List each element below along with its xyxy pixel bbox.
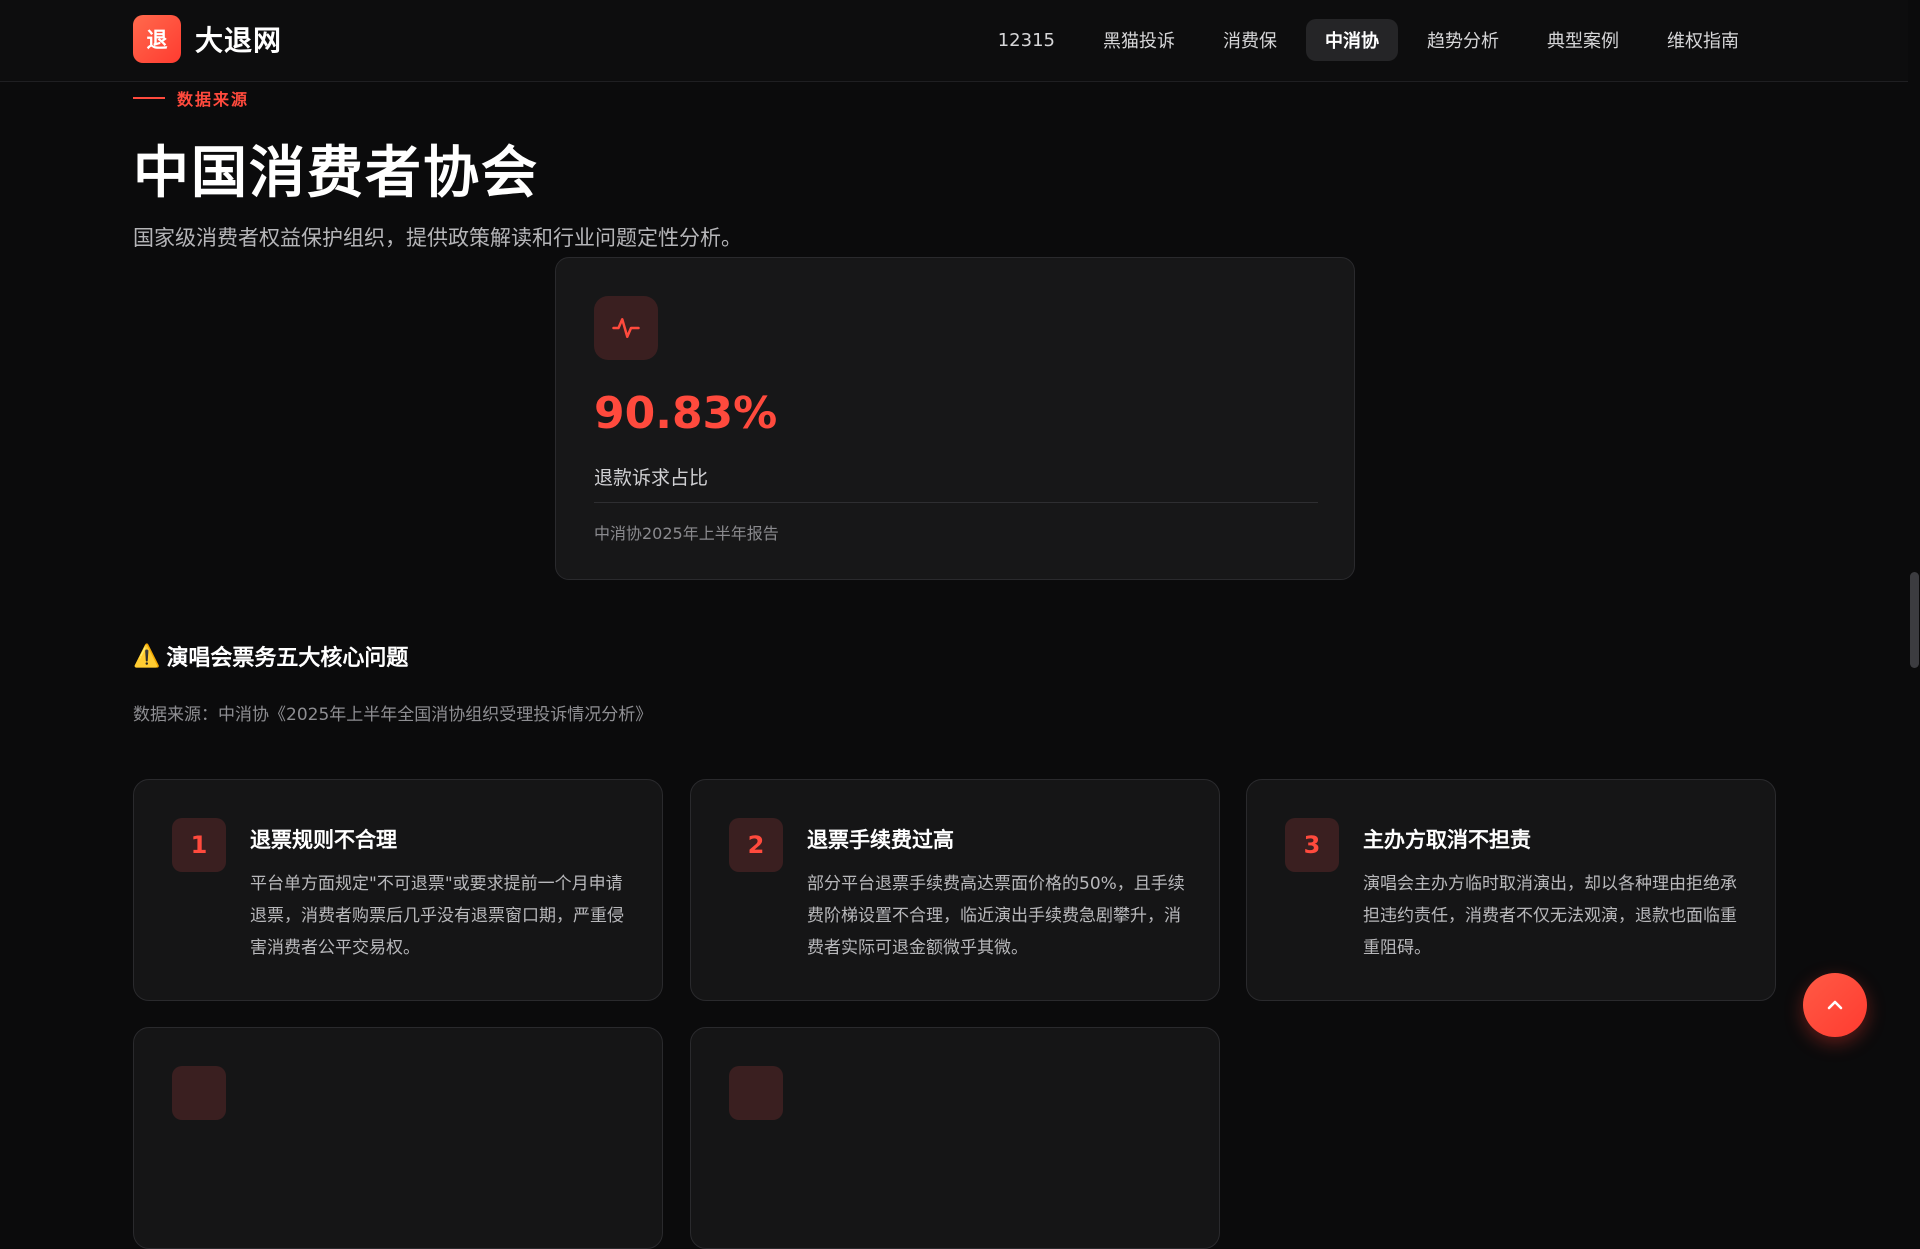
nav-item-rights-guide[interactable]: 维权指南 [1648,19,1758,61]
nav-item-zhongxiaoxie[interactable]: 中消协 [1306,19,1398,61]
stat-source: 中消协2025年上半年报告 [594,524,779,543]
eyebrow-text: 数据来源 [177,90,250,109]
top-navigation-bar: 退 大退网 12315 黑猫投诉 消费保 中消协 趋势分析 典型案例 维权指南 [0,0,1908,82]
activity-pulse-icon [594,296,658,360]
scrollbar-thumb[interactable] [1910,572,1919,668]
issue-title: 退票规则不合理 [250,828,397,852]
issue-number [729,1066,783,1120]
nav-item-trend-analysis[interactable]: 趋势分析 [1408,19,1518,61]
chevron-up-icon [1827,1000,1843,1010]
issues-section-title: ⚠️ 演唱会票务五大核心问题 [133,640,408,672]
logo-text: 大退网 [195,24,283,57]
issue-body: 演唱会主办方临时取消演出，却以各种理由拒绝承担违约责任，消费者不仅无法观演，退款… [1363,874,1737,958]
issue-card-2[interactable]: 2 退票手续费过高 部分平台退票手续费高达票面价格的50%，且手续费阶梯设置不合… [690,779,1220,1001]
issue-card-3[interactable]: 3 主办方取消不担责 演唱会主办方临时取消演出，却以各种理由拒绝承担违约责任，消… [1246,779,1776,1001]
page-scrollbar[interactable] [1908,0,1920,1079]
back-to-top-button[interactable] [1803,973,1867,1037]
issue-number: 2 [729,818,783,872]
issues-section-source: 数据来源：中消协《2025年上半年全国消协组织受理投诉情况分析》 [133,705,653,725]
stat-card: 90.83% 退款诉求占比 中消协2025年上半年报告 [555,257,1355,580]
logo-badge: 退 [133,15,181,63]
issue-body: 部分平台退票手续费高达票面价格的50%，且手续费阶梯设置不合理，临近演出手续费急… [807,874,1185,958]
issue-number [172,1066,226,1120]
main-nav: 12315 黑猫投诉 消费保 中消协 趋势分析 典型案例 维权指南 [969,19,1758,61]
site-logo[interactable]: 退 大退网 [133,15,282,63]
warning-icon: ⚠️ [133,643,161,669]
nav-item-12315[interactable]: 12315 [979,19,1074,61]
issue-number: 3 [1285,818,1339,872]
page-title: 中国消费者协会 [133,141,539,206]
eyebrow-line [133,97,165,99]
page-description: 国家级消费者权益保护组织，提供政策解读和行业问题定性分析。 [133,226,742,250]
nav-item-heimao[interactable]: 黑猫投诉 [1084,19,1194,61]
issue-title: 退票手续费过高 [807,828,954,852]
issues-section-title-text: 演唱会票务五大核心问题 [166,646,409,671]
issue-body: 平台单方面规定"不可退票"或要求提前一个月申请退票，消费者购票后几乎没有退票窗口… [250,874,624,958]
stat-divider [594,502,1318,503]
issue-card-4[interactable] [133,1027,663,1249]
issue-card-1[interactable]: 1 退票规则不合理 平台单方面规定"不可退票"或要求提前一个月申请退票，消费者购… [133,779,663,1001]
issue-title: 主办方取消不担责 [1363,828,1531,852]
stat-value: 90.83% [594,388,778,439]
stat-label: 退款诉求占比 [594,467,709,489]
issue-number: 1 [172,818,226,872]
section-eyebrow: 数据来源 [133,86,249,110]
issue-card-5[interactable] [690,1027,1220,1249]
nav-item-xiaofeibao[interactable]: 消费保 [1204,19,1296,61]
nav-item-typical-cases[interactable]: 典型案例 [1528,19,1638,61]
